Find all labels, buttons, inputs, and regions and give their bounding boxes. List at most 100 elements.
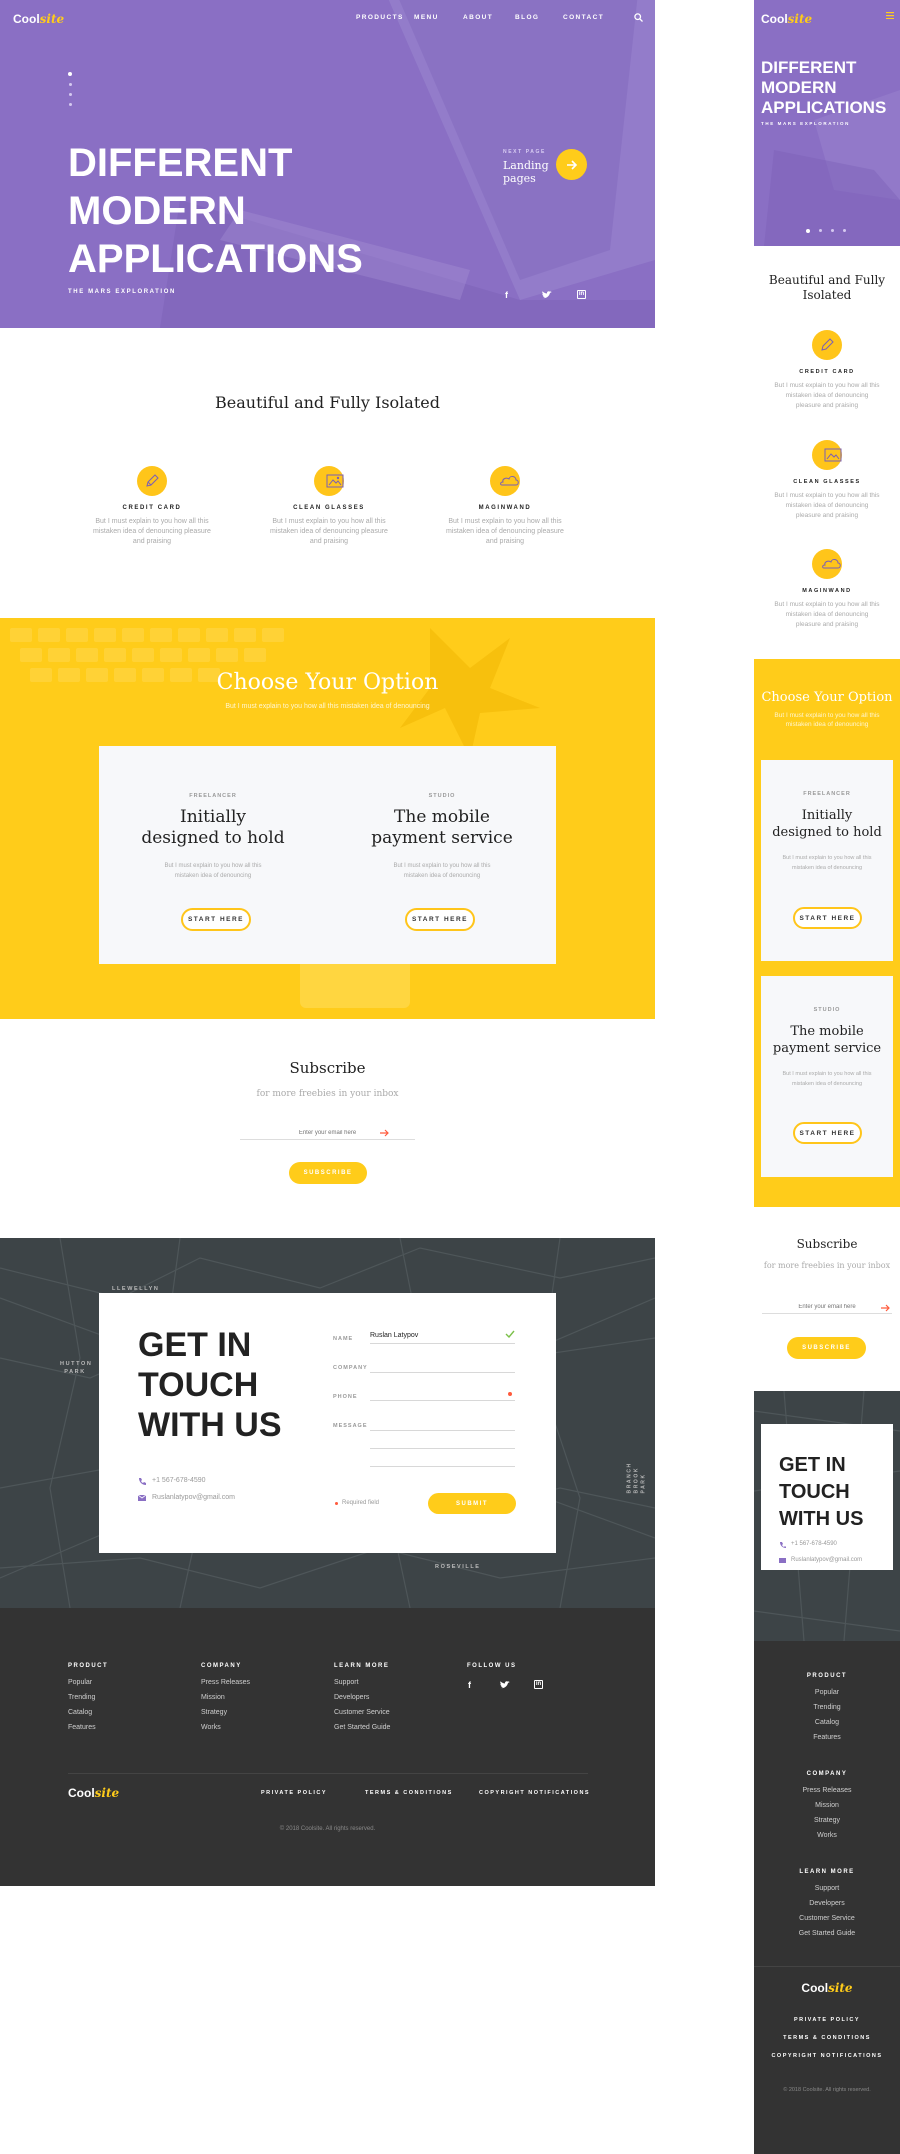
cloud-icon	[490, 466, 520, 496]
footer-link[interactable]: Features	[68, 1724, 108, 1731]
footer-link[interactable]: Catalog	[68, 1709, 108, 1716]
subscribe-button[interactable]: SUBSCRIBE	[289, 1162, 367, 1184]
privacy-policy-link[interactable]: PRIVATE POLICY	[261, 1790, 327, 1796]
logo[interactable]: Coolsite	[13, 10, 64, 28]
options-heading: Choose Your Option	[216, 670, 439, 695]
footer-link[interactable]: Customer Service	[334, 1709, 390, 1716]
privacy-policy-link[interactable]: PRIVATE POLICY	[754, 2017, 900, 2023]
hamburger-menu-icon[interactable]	[886, 12, 894, 19]
feature-text: But I must explain to you how all this m…	[774, 492, 880, 519]
footer-column-company: COMPANY Press Releases Mission Strategy …	[201, 1663, 250, 1731]
copyright-text: © 2018 Coolsite. All rights reserved.	[279, 1826, 376, 1832]
start-here-button[interactable]: START HERE	[181, 908, 251, 931]
nav-contact[interactable]: CONTACT	[563, 14, 618, 21]
required-note: Required field	[342, 1500, 380, 1506]
linkedin-icon[interactable]: in	[577, 290, 586, 299]
hero-subtitle: THE MARS EXPLORATION	[68, 289, 176, 295]
footer-link[interactable]: Strategy	[754, 1817, 900, 1824]
options-heading: Choose Your Option	[761, 690, 893, 705]
hero-title-line: MODERN	[68, 189, 246, 233]
footer-link[interactable]: Developers	[754, 1900, 900, 1907]
terms-link[interactable]: TERMS & CONDITIONS	[365, 1790, 453, 1796]
next-arrow-button[interactable]	[556, 149, 587, 180]
footer-link[interactable]: Mission	[754, 1802, 900, 1809]
option-title: The mobile payment service	[772, 1024, 882, 1056]
footer-link[interactable]: Support	[334, 1679, 390, 1686]
option-studio: STUDIO The mobile payment service But I m…	[761, 976, 893, 1177]
hero-section: Coolsite PRODUCTS MENU ABOUT BLOG CONTAC…	[0, 0, 655, 328]
nav-blog[interactable]: BLOG	[515, 14, 563, 21]
phone-input[interactable]	[370, 1400, 515, 1401]
required-dot	[508, 1392, 512, 1396]
arrow-right-icon[interactable]	[881, 1304, 890, 1312]
cloud-icon	[812, 549, 842, 579]
footer-link[interactable]: Get Started Guide	[334, 1724, 390, 1731]
footer-link[interactable]: Mission	[201, 1694, 250, 1701]
footer-logo[interactable]: Coolsite	[754, 1979, 900, 1997]
hero-title-line: DIFFERENT	[68, 141, 293, 185]
email-input[interactable]	[762, 1301, 892, 1314]
nav-menu[interactable]: MENU	[414, 14, 463, 21]
twitter-icon[interactable]	[542, 291, 552, 299]
footer-link[interactable]: Catalog	[754, 1719, 900, 1726]
footer-link[interactable]: Press Releases	[201, 1679, 250, 1686]
contact-phone[interactable]: +1 567-678-4590	[791, 1541, 837, 1547]
footer-link[interactable]: Trending	[754, 1704, 900, 1711]
footer-link[interactable]: Customer Service	[754, 1915, 900, 1922]
map-label: ROSEVILLE	[435, 1564, 481, 1570]
option-text: But I must explain to you how all this mi…	[164, 863, 262, 879]
hero-title: DIFFERENT MODERN APPLICATIONS	[761, 58, 887, 117]
facebook-icon[interactable]: f	[505, 290, 508, 300]
footer-link[interactable]: Popular	[68, 1679, 108, 1686]
contact-email[interactable]: Ruslanlatypov@gmail.com	[152, 1494, 235, 1501]
subscribe-subtitle: for more freebies in your inbox	[256, 1089, 399, 1099]
logo[interactable]: Coolsite	[761, 10, 812, 28]
start-here-button[interactable]: START HERE	[405, 908, 475, 931]
footer-logo[interactable]: Coolsite	[68, 1784, 119, 1802]
footer-link[interactable]: Features	[754, 1734, 900, 1741]
contact-phone[interactable]: +1 567-678-4590	[152, 1477, 206, 1484]
options-subtitle: But I must explain to you how all this m…	[774, 712, 880, 728]
contact-email[interactable]: Ruslanlatypov@gmail.com	[791, 1557, 862, 1563]
name-input[interactable]: Ruslan Latypov	[370, 1332, 515, 1339]
feature-item: MAGINWAND But I must explain to you how …	[774, 549, 880, 630]
search-icon[interactable]	[634, 13, 643, 22]
submit-button[interactable]: SUBMIT	[428, 1493, 516, 1514]
footer-link[interactable]: Developers	[334, 1694, 390, 1701]
slide-indicator[interactable]	[806, 229, 846, 233]
twitter-icon[interactable]	[500, 1681, 510, 1689]
footer-link[interactable]: Works	[754, 1832, 900, 1839]
check-icon	[505, 1330, 515, 1338]
copyright-notifications-link[interactable]: COPYRIGHT NOTIFICATIONS	[479, 1790, 590, 1796]
footer-link[interactable]: Strategy	[201, 1709, 250, 1716]
arrow-right-icon	[566, 159, 577, 170]
start-here-button[interactable]: START HERE	[793, 1122, 862, 1144]
feature-text: But I must explain to you how all this m…	[270, 518, 388, 545]
feature-item: CLEAN GLASSES But I must explain to you …	[774, 440, 880, 521]
company-input[interactable]	[370, 1372, 515, 1373]
footer-link[interactable]: Press Releases	[754, 1787, 900, 1794]
facebook-icon[interactable]: f	[468, 1680, 471, 1690]
nav-about[interactable]: ABOUT	[463, 14, 515, 21]
copyright-notifications-link[interactable]: COPYRIGHT NOTIFICATIONS	[754, 2053, 900, 2059]
subscribe-heading: Subscribe	[796, 1237, 858, 1251]
terms-link[interactable]: TERMS & CONDITIONS	[754, 2035, 900, 2041]
footer-link[interactable]: Support	[754, 1885, 900, 1892]
footer-column-learn-more: LEARN MORE Support Developers Customer S…	[334, 1663, 390, 1731]
linkedin-icon[interactable]: in	[534, 1680, 543, 1689]
footer-link[interactable]: Popular	[754, 1689, 900, 1696]
footer-column-title: PRODUCT	[68, 1663, 109, 1669]
option-text: But I must explain to you how all this mi…	[782, 855, 872, 871]
footer-link[interactable]: Get Started Guide	[754, 1930, 900, 1937]
subscribe-button[interactable]: SUBSCRIBE	[787, 1337, 866, 1359]
slide-indicator[interactable]	[68, 72, 72, 106]
next-page-link[interactable]: NEXT PAGE Landing pages	[503, 149, 549, 185]
footer-link[interactable]: Trending	[68, 1694, 108, 1701]
message-line	[370, 1448, 515, 1449]
arrow-right-icon[interactable]	[380, 1129, 390, 1137]
start-here-button[interactable]: START HERE	[793, 907, 862, 929]
option-title: The mobile payment service	[371, 807, 513, 848]
nav-products[interactable]: PRODUCTS	[356, 14, 414, 21]
footer-link[interactable]: Works	[201, 1724, 250, 1731]
message-input[interactable]	[370, 1430, 515, 1431]
